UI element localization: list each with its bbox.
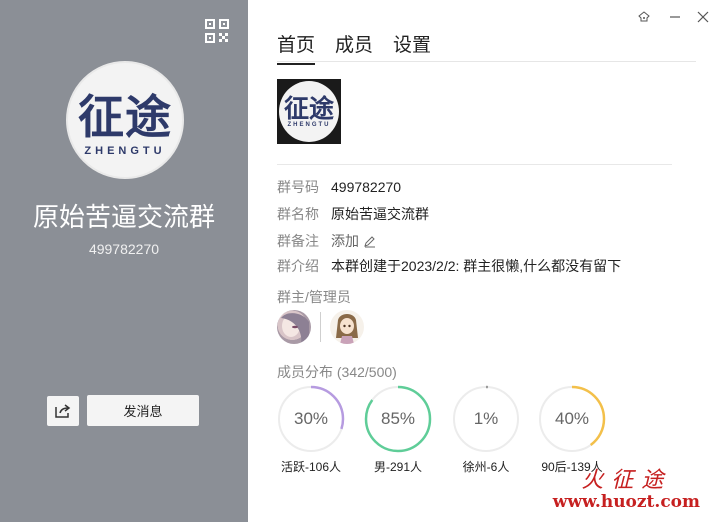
tab-home[interactable]: 首页 bbox=[277, 30, 316, 65]
admin-avatar[interactable] bbox=[330, 310, 364, 344]
tab-settings[interactable]: 设置 bbox=[393, 30, 431, 65]
tab-divider bbox=[277, 61, 696, 62]
watermark: 火征途 www.huozt.com bbox=[553, 462, 700, 512]
share-icon bbox=[55, 404, 71, 418]
group-id: 499782270 bbox=[88, 241, 160, 257]
info-divider bbox=[277, 164, 672, 165]
pin-icon[interactable] bbox=[636, 9, 652, 25]
group-remark-label: 群备注 bbox=[277, 233, 319, 249]
dist-caption: 男-291人 bbox=[373, 460, 423, 474]
group-thumbnail[interactable]: 征途 ZHENGTU bbox=[277, 79, 341, 144]
profile-panel: 征途 ZHENGTU 原始苦逼交流群 499782270 发消息 bbox=[0, 0, 248, 522]
admins-list bbox=[277, 310, 364, 344]
dist-region[interactable]: 1% 徐州-6人 bbox=[452, 385, 520, 475]
distribution-title: 成员分布 bbox=[277, 364, 333, 380]
minimize-icon[interactable] bbox=[667, 9, 683, 25]
tab-bar: 首页 成员 设置 bbox=[277, 30, 431, 65]
group-intro-value: 本群创建于2023/2/2: 群主很懒,什么都没有留下 bbox=[331, 258, 622, 274]
watermark-chinese: 火征途 bbox=[581, 468, 672, 493]
qr-code-icon[interactable] bbox=[205, 19, 229, 43]
info-row-name: 群名称 原始苦逼交流群 bbox=[277, 204, 429, 224]
group-avatar[interactable]: 征途 ZHENGTU bbox=[66, 61, 184, 179]
thumbnail-logo-text: 征途 bbox=[283, 94, 334, 123]
dist-percent: 30% bbox=[293, 409, 329, 428]
info-row-number: 群号码 499782270 bbox=[277, 177, 401, 197]
add-remark-text: 添加 bbox=[331, 233, 359, 249]
owner-avatar[interactable] bbox=[277, 310, 311, 344]
dist-percent: 1% bbox=[473, 409, 499, 428]
group-name: 原始苦逼交流群 bbox=[32, 202, 215, 232]
admin-avatar-image bbox=[336, 314, 358, 344]
tab-members[interactable]: 成员 bbox=[335, 30, 373, 65]
group-number-value: 499782270 bbox=[331, 179, 402, 195]
admins-divider bbox=[320, 312, 321, 342]
dist-caption: 活跃-106人 bbox=[280, 460, 342, 474]
admins-label: 群主/管理员 bbox=[277, 289, 351, 305]
add-remark-link[interactable]: 添加 bbox=[331, 231, 376, 251]
info-row-intro: 群介绍 本群创建于2023/2/2: 群主很懒,什么都没有留下 bbox=[277, 256, 621, 276]
logo-text: 征途 bbox=[78, 90, 172, 144]
send-message-button[interactable]: 发消息 bbox=[87, 395, 199, 426]
distribution-count: (342/500) bbox=[336, 364, 397, 380]
watermark-url: www.huozt.com bbox=[552, 492, 700, 512]
info-row-remark: 群备注 添加 bbox=[277, 231, 376, 251]
group-name-value: 原始苦逼交流群 bbox=[331, 206, 429, 222]
owner-avatar-image bbox=[281, 313, 309, 344]
dist-male[interactable]: 85% 男-291人 bbox=[364, 385, 432, 475]
group-name-label: 群名称 bbox=[277, 206, 319, 222]
dist-caption: 徐州-6人 bbox=[462, 460, 510, 474]
share-button[interactable] bbox=[47, 396, 79, 426]
logo-subtext: ZHENGTU bbox=[84, 145, 166, 157]
group-intro-label: 群介绍 bbox=[277, 258, 319, 274]
close-icon[interactable] bbox=[695, 9, 711, 25]
thumbnail-logo-subtext: ZHENGTU bbox=[287, 122, 331, 128]
pencil-icon bbox=[364, 235, 375, 247]
dist-percent: 40% bbox=[554, 409, 590, 428]
distribution-label: 成员分布 (342/500) bbox=[277, 362, 397, 382]
dist-percent: 85% bbox=[380, 409, 416, 428]
group-number-label: 群号码 bbox=[277, 179, 319, 195]
dist-active[interactable]: 30% 活跃-106人 bbox=[277, 385, 345, 475]
